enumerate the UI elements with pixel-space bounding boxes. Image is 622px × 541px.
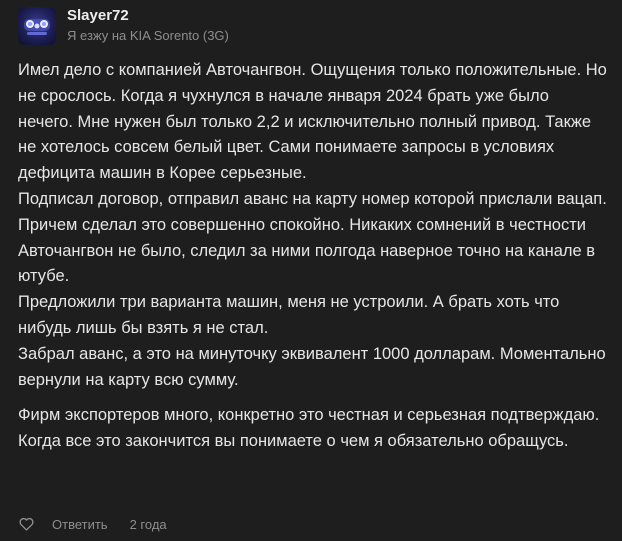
author-car: Я езжу на KIA Sorento (3G) [67,28,229,43]
comment-body: Имел дело с компанией Авточангвон. Ощуще… [18,58,608,455]
reply-button[interactable]: Ответить [52,517,108,532]
heart-outline-icon [18,517,34,531]
user-info: Slayer72 Я езжу на KIA Sorento (3G) [67,7,229,44]
like-button[interactable] [18,516,34,532]
comment-card: Slayer72 Я езжу на KIA Sorento (3G) Имел… [0,0,622,541]
comment-paragraph: Имел дело с компанией Авточангвон. Ощуще… [18,61,607,183]
author-name[interactable]: Slayer72 [67,7,229,25]
comment-paragraph: Забрал аванс, а это на минуточку эквивал… [18,344,606,389]
comment-paragraph: Подписал договор, отправил аванс на карт… [18,189,607,286]
comment-footer: Ответить 2 года [18,516,167,532]
comment-header: Slayer72 Я езжу на KIA Sorento (3G) [18,7,229,45]
comment-timestamp: 2 года [129,516,167,532]
avatar[interactable] [18,7,56,45]
comment-paragraph: Фирм экспортеров много, конкретно это че… [18,406,600,451]
comment-paragraph: Предложили три варианта машин, меня не у… [18,293,560,337]
avatar-car-icon [24,19,50,35]
